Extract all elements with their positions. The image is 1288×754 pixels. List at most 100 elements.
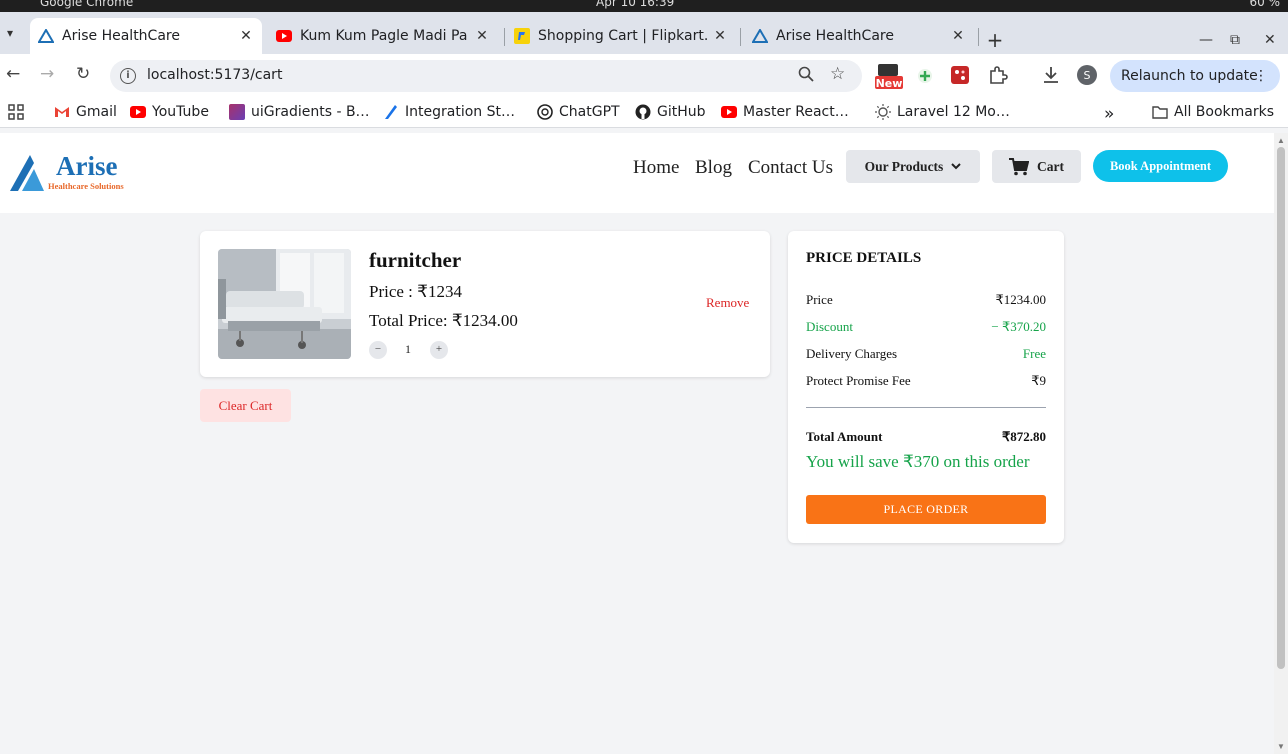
bookmark-label: Gmail (76, 104, 117, 120)
os-clock: Apr 10 16:39 (596, 0, 675, 9)
youtube-icon (721, 104, 737, 120)
new-tab-icon[interactable]: + (984, 30, 1006, 52)
scrollbar-thumb[interactable] (1277, 147, 1285, 669)
nav-blog[interactable]: Blog (695, 157, 732, 179)
bookmark-youtube[interactable]: YouTube (130, 104, 209, 120)
all-bookmarks[interactable]: All Bookmarks (1152, 104, 1274, 120)
product-image (218, 249, 351, 359)
divider (806, 407, 1046, 408)
relaunch-label: Relaunch to update (1121, 68, 1258, 84)
gmail-icon (54, 104, 70, 120)
price-value: ₹1234.00 (995, 292, 1046, 307)
forward-icon[interactable]: → (40, 64, 54, 84)
bookmark-master-react[interactable]: Master React… (721, 104, 849, 120)
price-row: Price ₹1234.00 (806, 292, 1046, 308)
bookmark-label: ChatGPT (559, 104, 620, 120)
total-amount-row: Total Amount ₹872.80 (806, 429, 1046, 445)
all-bookmarks-label: All Bookmarks (1174, 104, 1275, 120)
bookmark-chatgpt[interactable]: ChatGPT (537, 104, 620, 120)
profile-avatar[interactable]: S (1077, 65, 1097, 89)
arise-favicon-icon (38, 28, 54, 44)
bookmark-github[interactable]: GitHub (635, 104, 706, 120)
bookmark-gmail[interactable]: Gmail (54, 104, 117, 120)
close-tab-icon[interactable]: ✕ (712, 28, 728, 44)
back-icon[interactable]: ← (6, 64, 20, 84)
page-viewport: Arise Healthcare Solutions Home Blog Con… (0, 133, 1274, 754)
tab-youtube[interactable]: Kum Kum Pagle Madi Pa ✕ (268, 18, 498, 54)
cart-label: Cart (1037, 158, 1064, 174)
tab-arise-healthcare[interactable]: Arise HealthCare ✕ (30, 18, 262, 54)
savings-message: You will save ₹370 on this order (806, 452, 1030, 471)
zoom-icon[interactable] (798, 66, 814, 86)
site-logo[interactable]: Arise Healthcare Solutions (8, 149, 138, 195)
tab-flipkart[interactable]: Shopping Cart | Flipkart. ✕ (506, 18, 736, 54)
discount-label: Discount (806, 319, 853, 334)
bookmark-label: GitHub (657, 104, 706, 120)
tab-search-chevron-icon[interactable]: ▾ (0, 21, 20, 45)
protect-fee-value: ₹9 (1031, 373, 1046, 388)
total-amount-label: Total Amount (806, 429, 883, 444)
apps-grid-icon[interactable] (8, 104, 24, 120)
page-scrollbar[interactable]: ▲ ▼ (1274, 133, 1288, 754)
browser-toolbar: ← → ↻ i localhost:5173/cart ☆ New S Rela… (0, 54, 1288, 98)
nav-home[interactable]: Home (633, 157, 679, 179)
bookmark-label: Master React… (743, 104, 849, 120)
reload-icon[interactable]: ↻ (76, 64, 90, 84)
scroll-down-icon[interactable]: ▼ (1277, 742, 1285, 751)
bookmark-laravel[interactable]: Laravel 12 Mo… (875, 104, 1010, 120)
bookmarks-overflow-icon[interactable]: » (1104, 104, 1114, 124)
github-icon (635, 104, 651, 120)
logo-tagline: Healthcare Solutions (48, 181, 124, 191)
chatgpt-icon (537, 104, 553, 120)
new-extension-icon[interactable]: New (875, 62, 903, 94)
flipkart-favicon-icon (514, 28, 530, 44)
relaunch-button[interactable]: Relaunch to update ⋮ (1110, 60, 1280, 92)
integration-icon (383, 104, 399, 120)
minimize-icon[interactable]: — (1199, 32, 1213, 48)
close-window-icon[interactable]: ✕ (1264, 32, 1276, 48)
remove-item-button[interactable]: Remove (706, 295, 749, 311)
restore-icon[interactable]: ⧉ (1230, 32, 1240, 48)
book-appointment-button[interactable]: Book Appointment (1093, 150, 1228, 182)
youtube-favicon-icon (276, 28, 292, 44)
cart-item-card: furnitcher Price : ₹1234 Total Price: ₹1… (200, 231, 770, 377)
url-text[interactable]: localhost:5173/cart (147, 67, 282, 83)
our-products-dropdown[interactable]: Our Products (846, 150, 980, 183)
bookmark-integration[interactable]: Integration St… (383, 104, 515, 120)
plus-extension-icon[interactable] (918, 68, 932, 87)
bookmark-label: Integration St… (405, 104, 515, 120)
arise-favicon-icon (752, 28, 768, 44)
red-extension-icon[interactable] (951, 66, 969, 88)
youtube-icon (130, 104, 146, 120)
decrease-quantity-button[interactable]: − (369, 341, 387, 359)
svg-text:S: S (1084, 69, 1091, 82)
close-tab-icon[interactable]: ✕ (474, 28, 490, 44)
bookmark-uigradients[interactable]: uiGradients - B… (229, 104, 370, 120)
extensions-puzzle-icon[interactable] (988, 65, 1008, 89)
close-tab-icon[interactable]: ✕ (950, 28, 966, 44)
logo-brand: Arise (56, 151, 118, 181)
scroll-up-icon[interactable]: ▲ (1277, 136, 1285, 145)
cart-icon (1009, 157, 1029, 175)
menu-dots-icon[interactable]: ⋮ (1254, 60, 1268, 92)
folder-icon (1152, 104, 1168, 120)
tab-title: Arise HealthCare (62, 28, 180, 44)
tab-arise-healthcare-2[interactable]: Arise HealthCare ✕ (744, 18, 974, 54)
address-bar[interactable]: i localhost:5173/cart ☆ (110, 60, 862, 92)
cart-button[interactable]: Cart (992, 150, 1081, 183)
os-app-name: Google Chrome (40, 0, 134, 9)
place-order-button[interactable]: PLACE ORDER (806, 495, 1046, 524)
delivery-value: Free (1022, 346, 1046, 361)
site-info-icon[interactable]: i (120, 68, 136, 84)
tab-separator (504, 28, 505, 46)
increase-quantity-button[interactable]: + (430, 341, 448, 359)
bookmark-label: uiGradients - B… (251, 104, 370, 120)
svg-text:New: New (876, 77, 903, 90)
protect-fee-row: Protect Promise Fee ₹9 (806, 373, 1046, 389)
bookmark-star-icon[interactable]: ☆ (830, 64, 845, 84)
close-tab-icon[interactable]: ✕ (238, 28, 254, 44)
download-icon[interactable] (1041, 65, 1061, 89)
tab-separator (740, 28, 741, 46)
clear-cart-button[interactable]: Clear Cart (200, 389, 291, 422)
nav-contact[interactable]: Contact Us (748, 157, 833, 179)
